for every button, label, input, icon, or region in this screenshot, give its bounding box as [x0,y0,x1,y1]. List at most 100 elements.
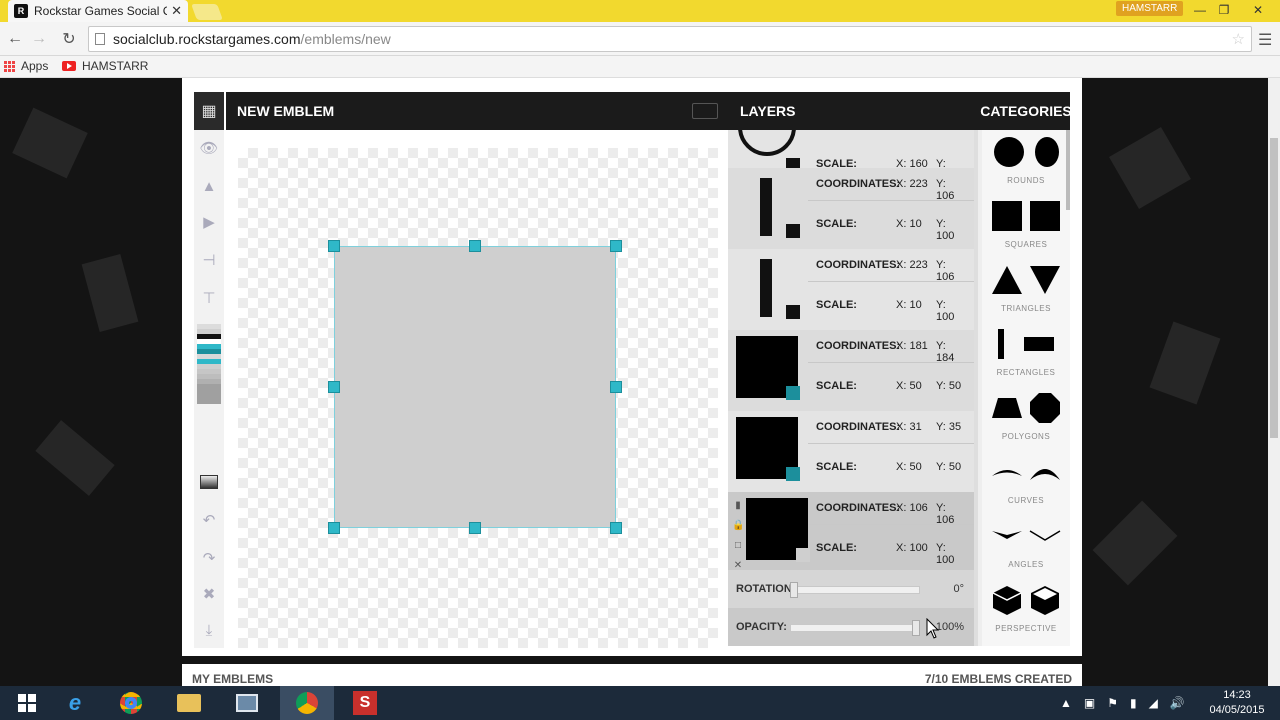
bookmark-hamstarr[interactable]: HAMSTARR [62,59,148,73]
start-button[interactable] [0,686,54,720]
chevron-angle-icon[interactable] [991,529,1023,543]
layer-reorder-icon[interactable]: ▮ [732,496,744,516]
internet-explorer-icon[interactable]: e [48,686,102,720]
resize-handle[interactable] [610,240,622,252]
flip-horizontal-icon[interactable]: ▲ [194,172,224,200]
bg-letter-shape [12,107,88,179]
resize-handle[interactable] [610,522,622,534]
triangle-up-icon[interactable] [992,266,1022,294]
emblem-editor: ▦ 👁 ▲ ▶ ⊣ ⊤ ↶ ↷ ✖ ⤓ NEW EMBLEM LAYERS CA… [182,78,1082,656]
undo-icon[interactable]: ↶ [194,506,224,534]
opacity-slider-thumb[interactable] [912,620,920,636]
duplicate-icon[interactable]: □ [732,536,744,556]
back-icon[interactable]: ← [4,28,26,50]
lock-icon[interactable]: 🔒 [732,516,744,536]
wide-rectangle-icon[interactable] [1024,337,1054,351]
cube-solid-icon[interactable] [991,584,1023,616]
category-name: ANGLES [1008,560,1044,569]
category-rounds[interactable]: ROUNDS [982,130,1070,194]
center-horizontal-icon[interactable]: ⊣ [194,246,224,274]
square-shape-icon[interactable] [992,201,1022,231]
layer-value-y: Y: 106 [936,178,955,202]
visibility-eye-icon[interactable]: 👁 [194,134,224,162]
window-app-icon[interactable] [220,686,274,720]
opacity-slider[interactable] [790,624,920,632]
square-shape-icon[interactable] [1030,201,1060,231]
resize-handle[interactable] [328,240,340,252]
circle-shape-icon[interactable] [993,137,1024,167]
new-tab-button[interactable] [191,4,223,20]
triangle-down-icon[interactable] [1030,266,1060,294]
bookmark-apps[interactable]: Apps [4,59,48,73]
category-polygons[interactable]: POLYGONS [982,386,1070,450]
network-icon[interactable]: ◢ [1149,696,1158,710]
tab-close-icon[interactable]: ✕ [171,3,182,19]
oval-shape-icon[interactable] [1034,137,1059,167]
system-tray: ▲ ▣ ⚑ ▮ ◢ 🔊 [1060,686,1185,720]
octagon-shape-icon[interactable] [1030,393,1060,423]
category-perspective[interactable]: PERSPECTIVE [982,578,1070,642]
reload-icon[interactable]: ↻ [58,28,80,50]
resize-handle[interactable] [328,522,340,534]
maximize-icon[interactable]: ❐ [1210,0,1238,20]
close-window-icon[interactable]: ✕ [1244,0,1272,20]
layer-item[interactable]: COORDINATES: X: 223 Y: 106 SCALE: X: 10 … [728,249,974,330]
layer-item[interactable]: COORDINATES: X: 31 Y: 35 SCALE: X: 50 Y:… [728,411,974,492]
tray-flag-icon[interactable]: ⚑ [1107,696,1118,710]
my-emblems-label[interactable]: MY EMBLEMS [192,672,273,686]
bookmark-star-icon[interactable]: ☆ [1232,30,1245,48]
social-club-taskbar-icon[interactable]: S [338,686,392,720]
chrome-active-taskbar-icon[interactable] [280,686,334,720]
layer-item[interactable]: COORDINATES: X: 181 Y: 184 SCALE: X: 50 … [728,330,974,411]
trapezoid-shape-icon[interactable] [992,396,1022,420]
layer-item-selected[interactable]: ▮ 🔒 □ ✕ COORDINATES: X: 106 Y: 106 SCALE… [728,492,974,573]
chrome-menu-icon[interactable]: ☰ [1258,30,1272,50]
flip-vertical-icon[interactable]: ▶ [194,208,224,236]
resize-handle[interactable] [469,522,481,534]
category-angles[interactable]: ANGLES [982,514,1070,578]
chrome-taskbar-icon[interactable] [104,686,158,720]
clock-time: 14:23 [1223,689,1251,701]
volume-icon[interactable]: 🔊 [1170,696,1185,710]
emblem-canvas[interactable] [238,148,718,648]
keyboard-icon[interactable] [692,103,718,119]
thick-curve-icon[interactable] [1029,462,1061,482]
show-hidden-icons-icon[interactable]: ▲ [1060,696,1072,710]
grid-menu-icon[interactable]: ▦ [194,92,224,130]
rotation-slider[interactable] [790,586,920,594]
resize-handle[interactable] [610,381,622,393]
categories-scrollbar[interactable] [1066,130,1070,210]
download-icon[interactable]: ⤓ [194,616,224,644]
file-explorer-icon[interactable] [162,686,216,720]
address-bar[interactable]: socialclub.rockstargames.com/emblems/new… [88,26,1252,52]
resize-handle[interactable] [469,240,481,252]
forward-icon[interactable]: → [28,28,50,50]
center-vertical-icon[interactable]: ⊤ [194,284,224,312]
gradient-swatch-icon[interactable] [194,468,224,496]
chrome-user-badge[interactable]: HAMSTARR [1116,1,1184,16]
tall-rectangle-icon[interactable] [998,329,1004,359]
perspective-shapes [988,582,1064,618]
category-rectangles[interactable]: RECTANGLES [982,322,1070,386]
category-curves[interactable]: CURVES [982,450,1070,514]
page-scrollbar[interactable] [1268,78,1280,686]
page-scrollbar-thumb[interactable] [1270,138,1278,438]
taskbar-clock[interactable]: 14:23 04/05/2015 [1200,688,1274,718]
delete-circle-icon[interactable]: ✖ [194,580,224,608]
tray-app-icon[interactable]: ▣ [1084,696,1095,710]
rotation-slider-thumb[interactable] [790,582,798,598]
thin-angle-icon[interactable] [1029,529,1061,543]
cube-open-icon[interactable] [1029,584,1061,616]
redo-icon[interactable]: ↷ [194,544,224,572]
power-icon[interactable]: ▮ [1130,696,1137,710]
category-triangles[interactable]: TRIANGLES [982,258,1070,322]
color-palette[interactable] [197,324,221,404]
thin-curve-icon[interactable] [991,464,1023,480]
category-squares[interactable]: SQUARES [982,194,1070,258]
browser-tab[interactable]: R Rockstar Games Social Clu ✕ [8,0,188,22]
triangles-shapes [988,262,1064,298]
rockstar-favicon-icon: R [14,4,28,18]
layer-item[interactable]: COORDINATES: X: 223 Y: 106 SCALE: X: 10 … [728,168,974,249]
selected-layer-bounds[interactable] [334,246,616,528]
resize-handle[interactable] [328,381,340,393]
